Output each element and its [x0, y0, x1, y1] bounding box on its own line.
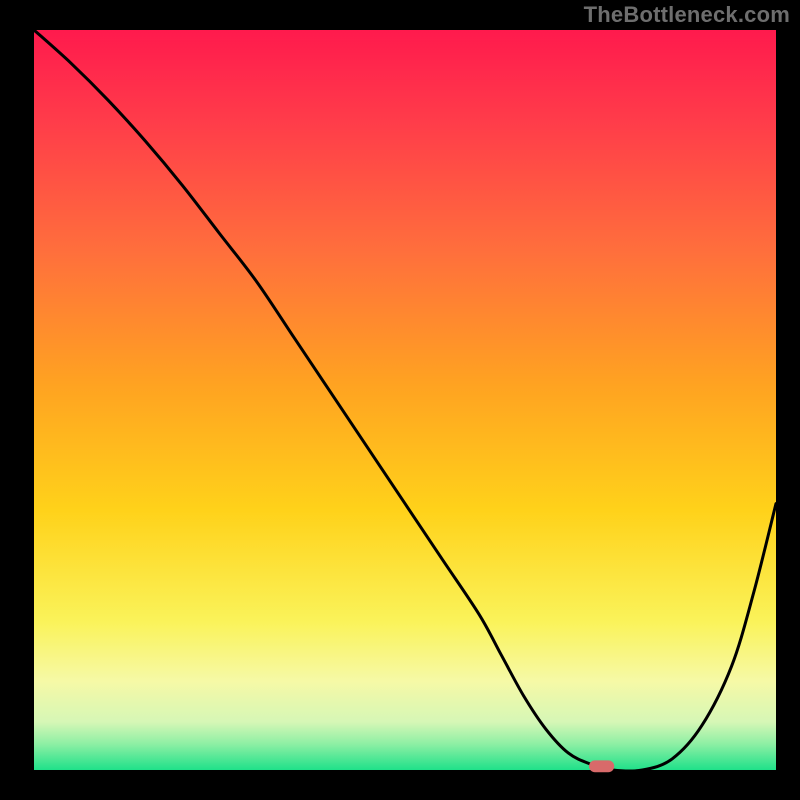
bottleneck-chart: [0, 0, 800, 800]
watermark-text: TheBottleneck.com: [584, 2, 790, 28]
chart-frame: TheBottleneck.com: [0, 0, 800, 800]
optimal-marker: [589, 760, 614, 772]
